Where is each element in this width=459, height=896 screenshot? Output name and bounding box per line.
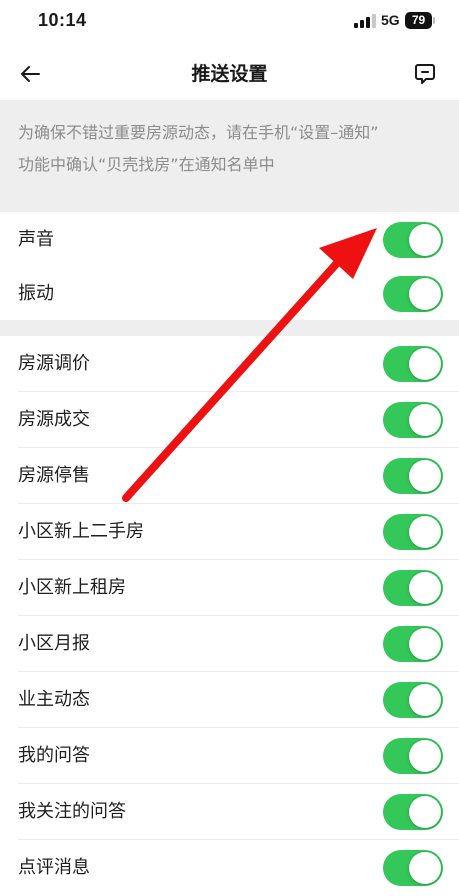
my-qa-toggle[interactable]: [383, 738, 443, 774]
toggle-knob: [409, 572, 441, 604]
toggle-knob: [409, 224, 441, 256]
settings-row-new-resale: 小区新上二手房: [0, 504, 459, 560]
settings-row-label: 我的问答: [18, 745, 90, 766]
toggle-knob: [409, 516, 441, 548]
settings-row-owner-updates: 业主动态: [0, 672, 459, 728]
settings-row-label: 振动: [18, 283, 54, 304]
settings-row-label: 房源成交: [18, 409, 90, 430]
section-gap: [0, 320, 459, 336]
arrow-left-icon: [21, 66, 40, 82]
battery-tip: [433, 17, 435, 24]
listing-stopped-toggle[interactable]: [383, 458, 443, 494]
settings-row-label: 点评消息: [18, 857, 90, 878]
settings-row-label: 房源调价: [18, 353, 90, 374]
notification-permission-notice: 为确保不错过重要房源动态，请在手机“设置–通知” 功能中确认“贝壳找房”在通知名…: [0, 100, 459, 212]
notice-line-1: 为确保不错过重要房源动态，请在手机“设置–通知”: [18, 123, 379, 142]
notice-line-2: 功能中确认“贝壳找房”在通知名单中: [18, 155, 275, 174]
settings-row-label: 房源停售: [18, 465, 90, 486]
toggle-knob: [409, 628, 441, 660]
owner-updates-toggle[interactable]: [383, 682, 443, 718]
followed-qa-toggle[interactable]: [383, 794, 443, 830]
settings-row-label: 我关注的问答: [18, 801, 126, 822]
settings-row-monthly-report: 小区月报: [0, 616, 459, 672]
sound-toggle[interactable]: [383, 222, 443, 258]
settings-row-label: 业主动态: [18, 689, 90, 710]
settings-row-deal-closed: 房源成交: [0, 392, 459, 448]
cellular-signal-icon: [354, 14, 376, 28]
settings-row-label: 小区新上二手房: [18, 521, 144, 542]
vibration-toggle[interactable]: [383, 276, 443, 312]
new-rental-toggle[interactable]: [383, 570, 443, 606]
settings-row-price-change: 房源调价: [0, 336, 459, 392]
status-bar: 10:14 5G 79: [0, 0, 459, 44]
toggle-knob: [409, 684, 441, 716]
review-messages-toggle[interactable]: [383, 850, 443, 886]
settings-row-label: 声音: [18, 229, 54, 250]
nav-bar: 推送设置: [0, 48, 459, 100]
toggle-knob: [409, 278, 441, 310]
settings-row-vibration: 振动: [0, 266, 459, 322]
settings-row-my-qa: 我的问答: [0, 728, 459, 784]
message-square-icon: [415, 64, 435, 84]
toggle-knob: [409, 348, 441, 380]
toggle-knob: [409, 740, 441, 772]
settings-row-label: 小区新上租房: [18, 577, 126, 598]
status-time: 10:14: [38, 10, 87, 30]
toggle-knob: [409, 460, 441, 492]
settings-row-label: 小区月报: [18, 633, 90, 654]
monthly-report-toggle[interactable]: [383, 626, 443, 662]
toggle-knob: [409, 796, 441, 828]
toggle-knob: [409, 852, 441, 884]
network-type: 5G: [381, 12, 400, 28]
deal-closed-toggle[interactable]: [383, 402, 443, 438]
feedback-button[interactable]: [410, 60, 440, 88]
settings-row-sound: 声音: [0, 212, 459, 268]
battery-icon: 79: [405, 12, 432, 29]
new-resale-toggle[interactable]: [383, 514, 443, 550]
settings-row-followed-qa: 我关注的问答: [0, 784, 459, 840]
settings-row-review-messages: 点评消息: [0, 840, 459, 896]
settings-row-new-rental: 小区新上租房: [0, 560, 459, 616]
toggle-knob: [409, 404, 441, 436]
page-title: 推送设置: [191, 63, 268, 85]
back-button[interactable]: [14, 60, 46, 88]
settings-row-listing-stopped: 房源停售: [0, 448, 459, 504]
price-change-toggle[interactable]: [383, 346, 443, 382]
